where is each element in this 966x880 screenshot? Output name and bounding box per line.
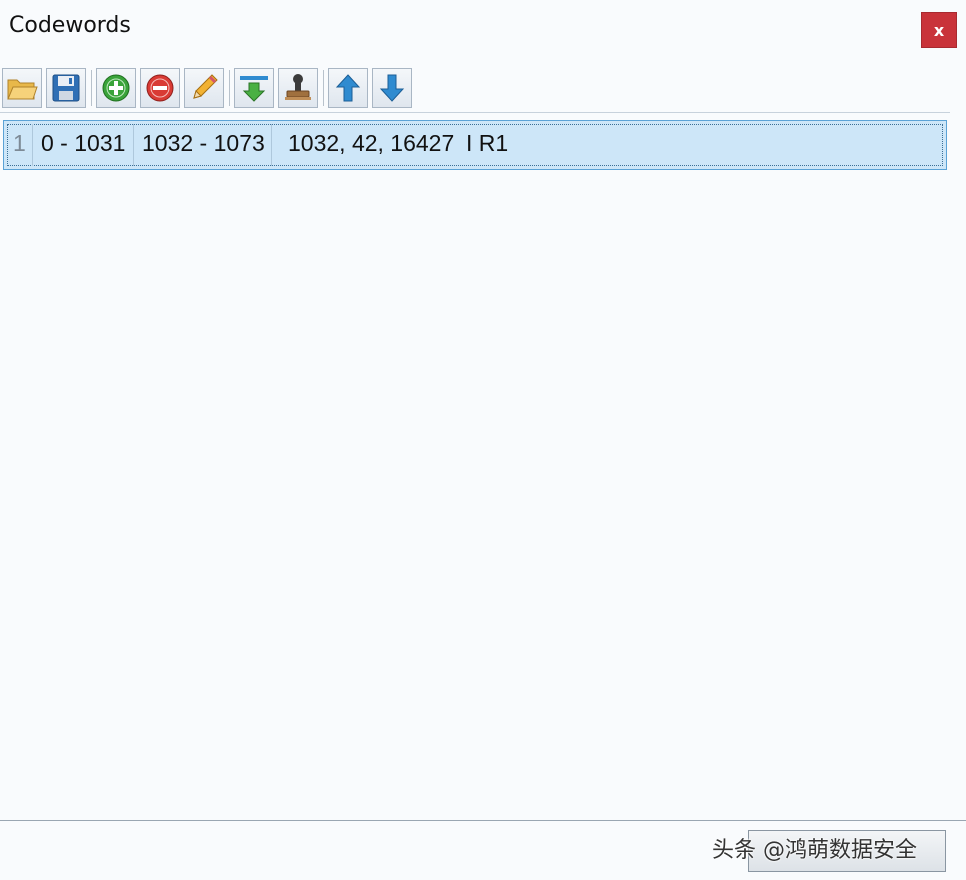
move-up-button[interactable]: [328, 68, 368, 108]
remove-icon: [146, 74, 174, 102]
column-divider: [32, 124, 33, 166]
remove-button[interactable]: [140, 68, 180, 108]
move-down-icon: [379, 74, 405, 102]
column-divider: [271, 124, 272, 166]
row-params: 1032, 42, 16427: [288, 130, 455, 156]
close-icon: x: [933, 20, 945, 40]
list-row[interactable]: 1 0 - 1031 1032 - 1073 1032, 42, 16427 I…: [3, 120, 947, 170]
row-index: 1: [13, 130, 26, 156]
stamp-icon: [285, 74, 311, 100]
toolbar: [0, 66, 966, 110]
save-button[interactable]: [46, 68, 86, 108]
watermark-text: 头条 @鸿萌数据安全: [712, 838, 917, 863]
edit-button[interactable]: [184, 68, 224, 108]
window-title: Codewords: [9, 13, 131, 38]
row-range-2: 1032 - 1073: [142, 130, 265, 156]
move-down-button[interactable]: [372, 68, 412, 108]
column-divider: [133, 124, 134, 166]
row-range-1: 0 - 1031: [41, 130, 126, 156]
codewords-list[interactable]: 1 0 - 1031 1032 - 1073 1032, 42, 16427 I…: [0, 112, 950, 819]
row-label: I R1: [466, 130, 509, 156]
edit-icon: [193, 74, 218, 99]
import-button[interactable]: [234, 68, 274, 108]
title-bar: Codewords x: [0, 0, 966, 58]
toolbar-separator: [323, 70, 324, 106]
open-folder-icon: [7, 79, 38, 100]
toolbar-separator: [229, 70, 230, 106]
add-button[interactable]: [96, 68, 136, 108]
toolbar-separator: [91, 70, 92, 106]
import-icon: [240, 76, 268, 102]
move-up-icon: [335, 74, 361, 102]
open-button[interactable]: [2, 68, 42, 108]
add-icon: [102, 74, 130, 102]
close-button[interactable]: x: [921, 12, 957, 48]
stamp-button[interactable]: [278, 68, 318, 108]
footer-divider: [0, 820, 966, 821]
save-icon: [52, 74, 80, 102]
